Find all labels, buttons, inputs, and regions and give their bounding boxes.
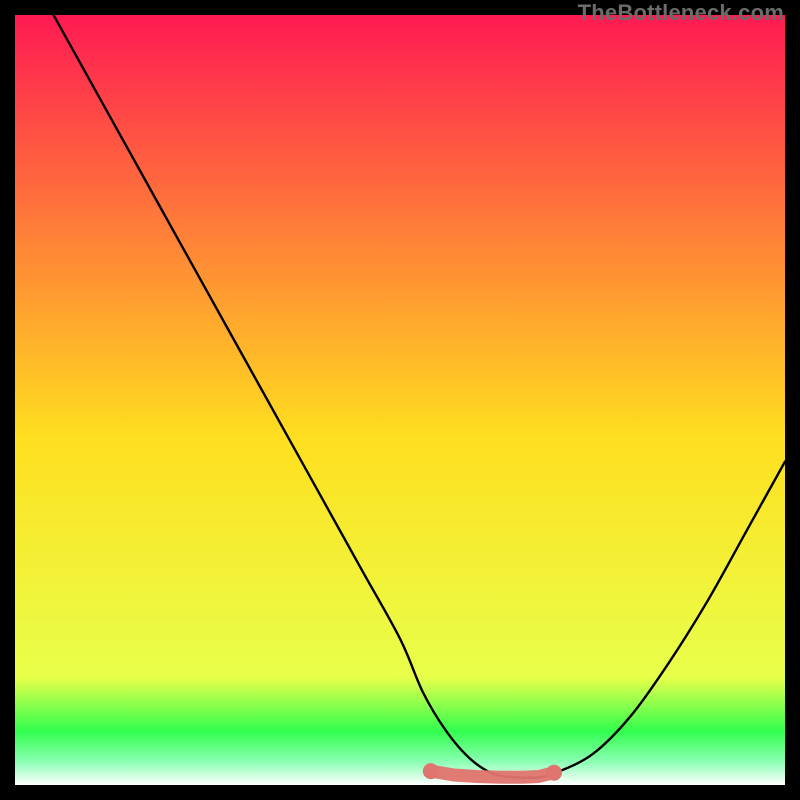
background-gradient [15, 15, 785, 785]
gradient-rect [15, 15, 785, 785]
watermark-text: TheBottleneck.com [578, 0, 784, 26]
chart-frame: TheBottleneck.com [0, 0, 800, 800]
plot-area [15, 15, 785, 785]
